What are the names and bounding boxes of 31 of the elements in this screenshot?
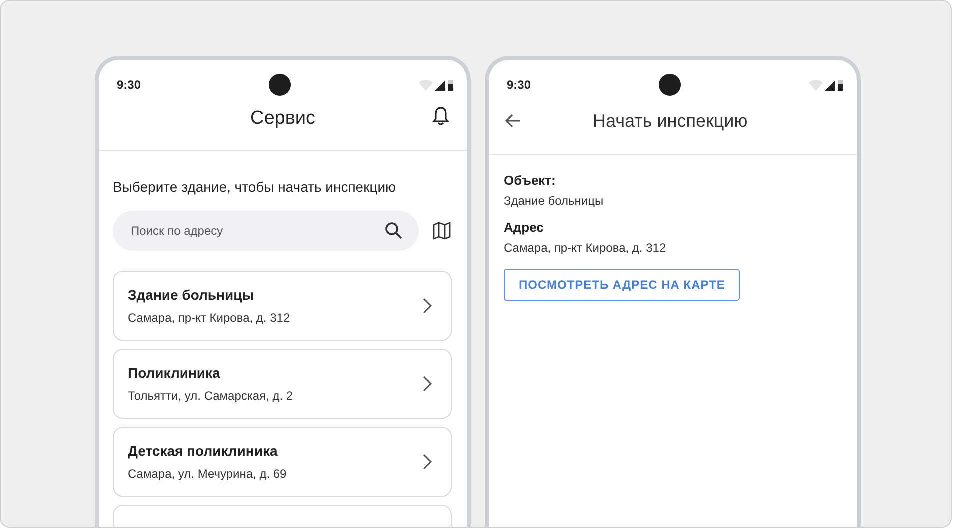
building-name: Детская поликлиника bbox=[128, 443, 279, 459]
field-value: Здание больницы bbox=[504, 194, 604, 208]
status-time: 9:30 bbox=[507, 78, 532, 92]
bell-icon[interactable] bbox=[432, 106, 450, 126]
building-name: Поликлиника bbox=[128, 365, 222, 381]
field-label: Адрес bbox=[504, 220, 544, 235]
building-name: Здание больницы bbox=[128, 287, 256, 303]
prompt-text: Выберите здание, чтобы начать инспекцию bbox=[113, 179, 398, 195]
building-address: Самара, ул. Мечурина, д. 69 bbox=[128, 467, 287, 481]
view-map-button[interactable]: ПОСМОТРЕТЬ АДРЕС НА КАРТЕ bbox=[504, 269, 740, 301]
building-address: Тольятти, ул. Самарская, д. 2 bbox=[128, 389, 294, 403]
building-card[interactable]: Детская поликлиника Самара, ул. Мечурина, д. 69 bbox=[113, 427, 452, 497]
status-icons bbox=[809, 79, 843, 91]
chevron-right-icon bbox=[423, 376, 433, 392]
search-field[interactable]: Поиск по адресу bbox=[113, 211, 419, 251]
search-icon[interactable] bbox=[385, 222, 403, 240]
status-time: 9:30 bbox=[117, 78, 142, 92]
building-card[interactable]: Поликлиника Тольятти, ул. Самарская, д. 2 bbox=[113, 349, 452, 419]
building-address: Самара, пр-кт Кирова, д. 312 bbox=[128, 311, 290, 325]
building-card[interactable]: Здание больницы Самара, пр-кт Кирова, д. 312 bbox=[113, 271, 452, 341]
screen-title: Начать инспекцию bbox=[593, 110, 748, 132]
field-value: Самара, пр-кт Кирова, д. 312 bbox=[504, 241, 666, 255]
status-icons bbox=[419, 79, 453, 91]
chevron-right-icon bbox=[423, 298, 433, 314]
screen-title: Сервис bbox=[250, 108, 316, 130]
map-icon[interactable] bbox=[433, 222, 451, 240]
field-label: Объект: bbox=[504, 173, 556, 188]
camera-dot bbox=[659, 74, 682, 96]
camera-dot bbox=[269, 74, 292, 96]
back-arrow-icon[interactable] bbox=[505, 114, 521, 128]
chevron-right-icon bbox=[423, 454, 433, 470]
